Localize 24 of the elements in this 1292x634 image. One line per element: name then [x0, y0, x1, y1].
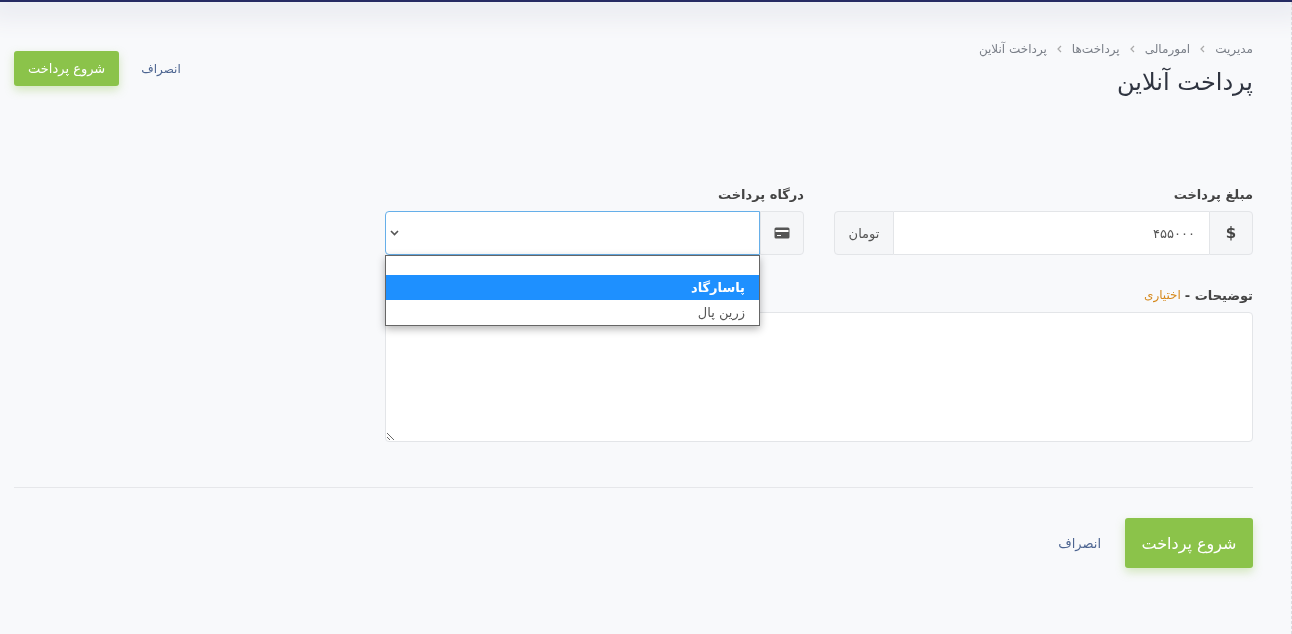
chevron-icon: [1055, 44, 1063, 54]
chevron-icon: [1128, 44, 1136, 54]
breadcrumb-link[interactable]: پرداخت آنلاین: [978, 42, 1047, 56]
breadcrumb-link[interactable]: پرداخت‌ها: [1071, 42, 1120, 56]
amount-input[interactable]: ۴۵۵۰۰۰: [894, 211, 1209, 255]
credit-card-icon: [774, 227, 790, 239]
currency-addon: $: [1209, 211, 1253, 255]
field-label: مبلغ پرداخت: [1172, 187, 1253, 202]
breadcrumb-link[interactable]: امورمالی: [1144, 42, 1191, 56]
optional-hint: اختیاری: [1144, 288, 1181, 303]
start-payment-button[interactable]: شروع پرداخت: [1125, 518, 1253, 568]
breadcrumb-link[interactable]: مدیریت: [1215, 42, 1253, 56]
chevron-icon: [1199, 44, 1207, 54]
dropdown-option[interactable]: پاسارگاد: [386, 275, 759, 300]
field-label: درگاه پرداخت: [716, 187, 804, 202]
page-title: پرداخت آنلاین: [1116, 68, 1253, 96]
field-label: توضیحات -: [1184, 288, 1253, 303]
dropdown-option[interactable]: زرین پال: [386, 300, 759, 325]
caret-icon: [390, 230, 399, 236]
cancel-link[interactable]: انصراف: [1058, 535, 1101, 551]
start-payment-button[interactable]: شروع پرداخت: [14, 51, 120, 86]
gateway-select[interactable]: [385, 211, 760, 255]
unit-addon: تومان: [834, 211, 894, 255]
cancel-link[interactable]: انصراف: [141, 61, 181, 76]
